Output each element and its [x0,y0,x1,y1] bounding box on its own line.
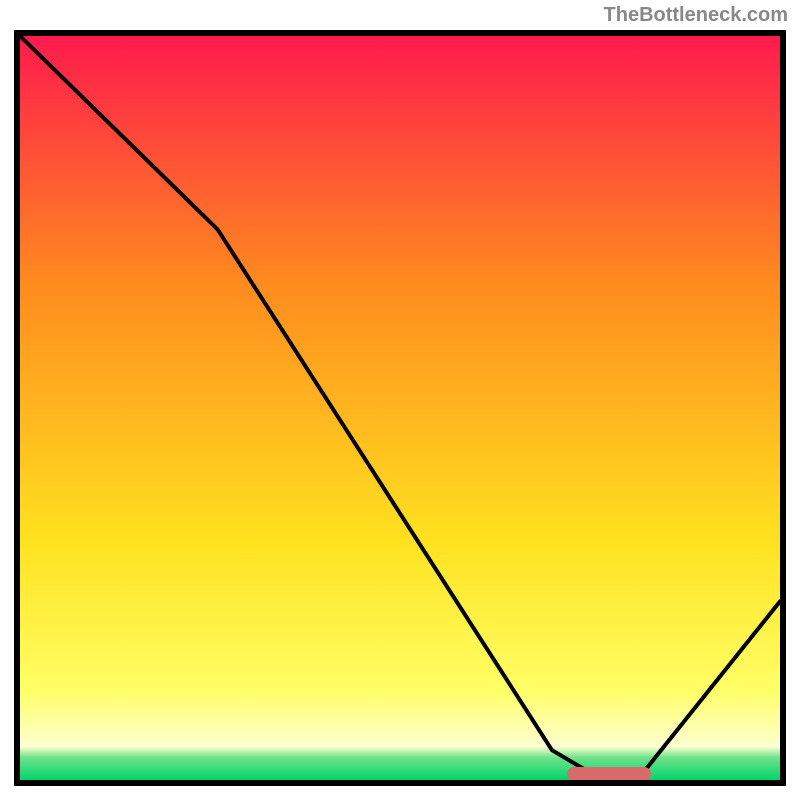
chart-line-curve [20,36,780,780]
chart-frame [14,30,786,786]
chart-plot-area [20,36,780,780]
watermark-text: TheBottleneck.com [604,4,788,27]
optimal-range-marker [567,767,651,780]
